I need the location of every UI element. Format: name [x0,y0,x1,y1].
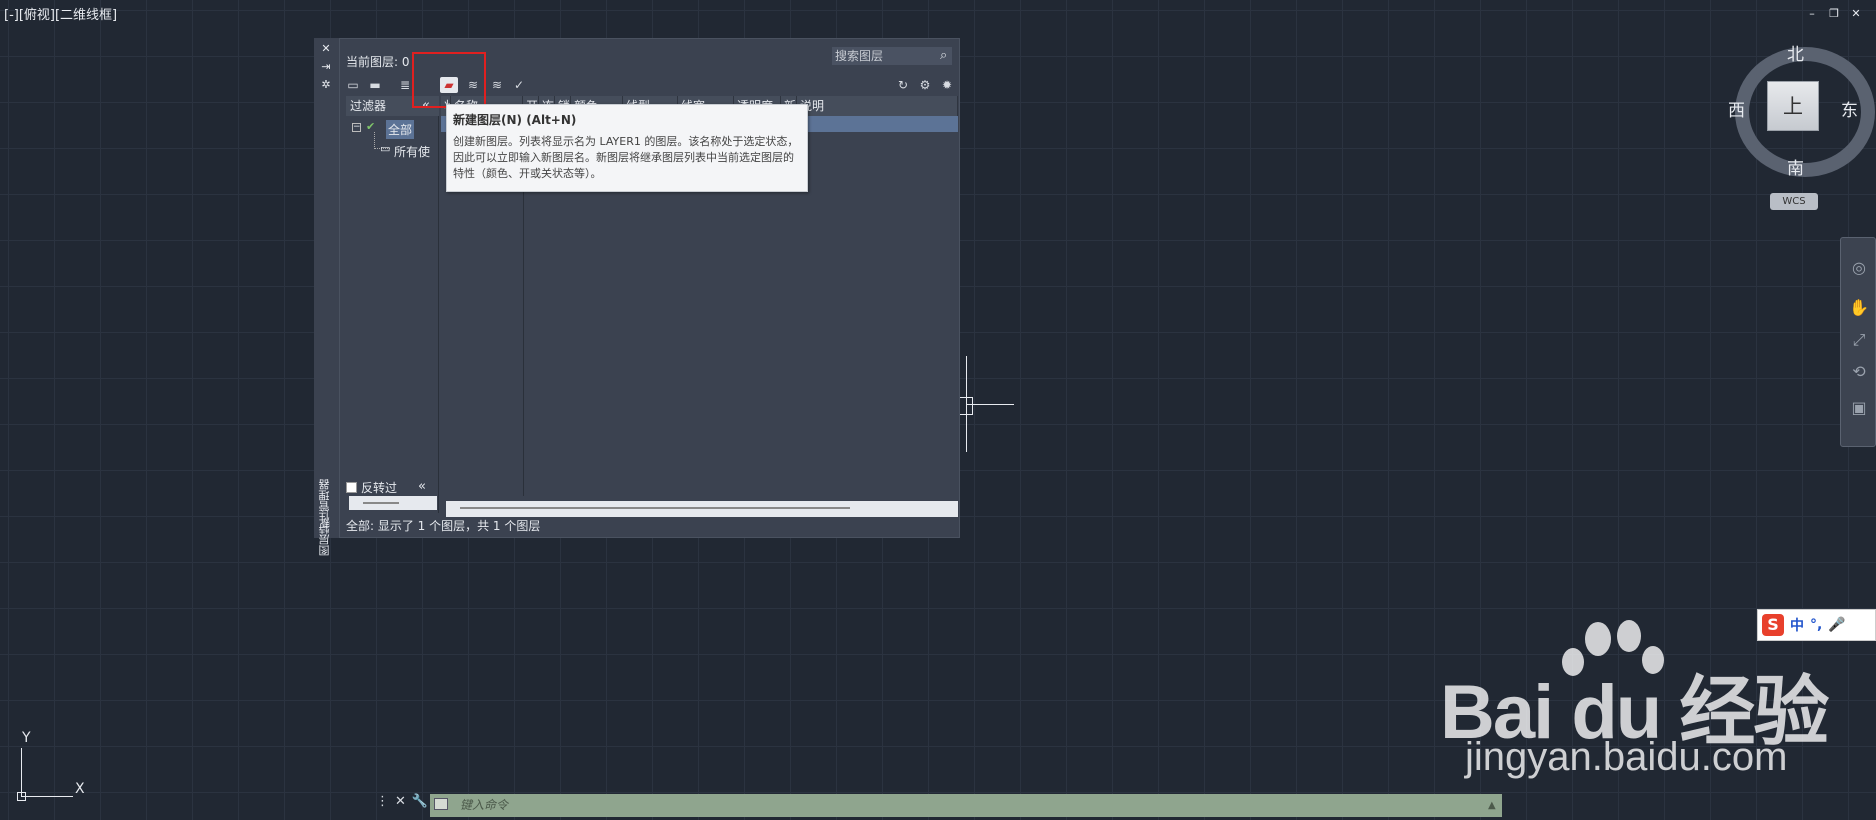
highlight-annotation [412,52,486,108]
refresh-icon[interactable]: ↻ [894,77,912,93]
col-description[interactable]: 说明 [797,96,958,116]
showmotion-icon[interactable]: ▣ [1849,398,1869,418]
restore-icon[interactable]: ❐ [1828,8,1840,20]
close-icon[interactable]: ✕ [1850,8,1862,20]
collapse-bottom-icon[interactable]: « [418,479,426,494]
navigation-bar: ◎ ✋ ⤢ ⟲ ▣ [1840,237,1876,447]
set-current-icon[interactable]: ✓ [510,77,528,93]
ucs-x-label: X [75,781,85,797]
tree-item-all[interactable]: 全部 [386,120,415,139]
close-icon[interactable]: ✕ [320,42,332,55]
ime-lang[interactable]: 中 [1790,615,1804,635]
crosshair-pickbox [960,397,973,415]
compass-east[interactable]: 东 [1841,96,1858,121]
tree-item-used[interactable]: 所有使 [394,143,430,160]
palette-title: 图层特性管理器 [318,479,331,556]
compass-north[interactable]: 北 [1787,40,1804,65]
command-input[interactable]: 键入命令 [430,794,1502,817]
command-line-controls: ⋮ ✕ 🔧 [376,794,428,809]
ime-toolbar[interactable]: S 中 °, 🎤 [1757,609,1876,641]
status-text: 全部: 显示了 1 个图层，共 1 个图层 [346,519,541,533]
filter-tree-panel: 过滤器 « − ✔ 全部 ▭ 所有使 [346,96,439,513]
palette-side-strip: ✕ ⇥ ✲ 图层特性管理器 ≋ [314,38,339,556]
settings-icon[interactable]: ⚙ [916,77,934,93]
microphone-icon[interactable]: 🎤 [1828,617,1845,633]
viewcube-top-face[interactable]: 上 [1767,81,1819,131]
tooltip-title: 新建图层(N) (Alt+N) [453,113,577,127]
window-controls: – ❐ ✕ [1806,8,1862,20]
tooltip-body: 创建新图层。列表将显示名为 LAYER1 的图层。该名称处于选定状态，因此可以立… [453,135,799,180]
steering-wheel-icon[interactable]: ◎ [1849,258,1869,278]
compass-west[interactable]: 西 [1728,96,1745,121]
crosshair-horizontal [966,404,1014,405]
zoom-extents-icon[interactable]: ⤢ [1849,330,1869,350]
search-layer-input[interactable]: 搜索图层 [832,47,952,65]
invert-filter-label: 反转过 [361,481,398,495]
layers-icon: ≋ [321,518,331,531]
command-placeholder: 键入命令 [460,798,509,812]
ime-punct[interactable]: °, [1810,617,1822,633]
command-expand-icon[interactable]: ▲ [1488,794,1496,817]
new-group-filter-icon[interactable]: ▬ [366,77,384,93]
filter-scrollbar[interactable] [349,496,437,510]
ucs-origin [17,792,26,801]
delete-layer-icon[interactable]: ≋ [488,77,506,93]
new-property-filter-icon[interactable]: ▭ [344,77,362,93]
properties-icon[interactable]: ✲ [320,78,332,91]
ucs-y-label: Y [22,730,31,746]
layer-list-scrollbar[interactable] [446,501,958,517]
ucs-y-axis [21,748,22,796]
minimize-icon[interactable]: – [1806,8,1818,20]
invert-filter-checkbox[interactable] [346,482,357,493]
current-layer-label: 当前图层: 0 [346,55,410,69]
grip-icon[interactable]: ⋮ [376,794,389,809]
viewport-label[interactable]: [-][俯视][二维线框] [4,4,117,23]
sogou-logo-icon: S [1762,614,1784,636]
search-icon[interactable]: ⌕ [940,48,947,63]
new-layer-tooltip: 新建图层(N) (Alt+N) 创建新图层。列表将显示名为 LAYER1 的图层… [446,104,808,192]
invert-filter[interactable]: 反转过 [346,479,397,496]
command-history-icon[interactable] [434,798,448,810]
close-icon[interactable]: ✕ [395,794,406,809]
autohide-icon[interactable]: ⇥ [320,60,332,73]
tree-expand-icon[interactable]: − [352,123,361,132]
pan-icon[interactable]: ✋ [1849,298,1869,318]
watermark-paw [1617,620,1641,652]
filter-used-icon: ▭ [380,142,391,155]
customize-icon[interactable]: 🔧 [412,794,428,809]
orbit-icon[interactable]: ⟲ [1849,362,1869,382]
gear-icon[interactable]: ✹ [938,77,956,93]
wcs-menu[interactable]: WCS [1770,193,1818,210]
ucs-x-axis [21,796,73,797]
watermark-url: jingyan.baidu.com [1465,735,1788,779]
compass-south[interactable]: 南 [1787,154,1804,179]
